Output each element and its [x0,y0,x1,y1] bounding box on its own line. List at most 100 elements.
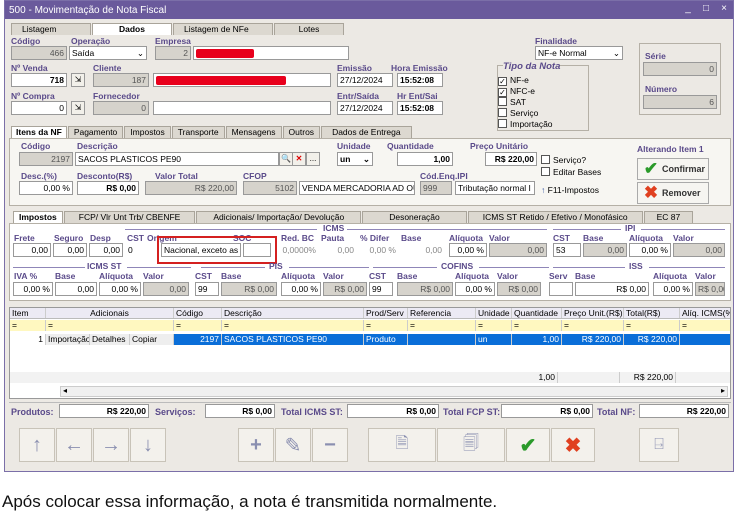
desc-pct-field[interactable]: 0,00 % [19,181,73,195]
icms-base-field[interactable]: 0,00 [401,243,445,257]
redbc-field[interactable]: 0,0000% [279,243,319,257]
cod-ipi-desc-field[interactable]: Tributação normal I [455,181,535,195]
cofins-aliq-field[interactable]: 0,00 % [455,282,495,296]
save-button[interactable]: ✔ [506,428,550,462]
col-referencia[interactable]: Referencia [408,308,476,318]
filter-aliq[interactable]: = [680,320,730,331]
cliente-code-field[interactable]: 187 [93,73,149,87]
exit-button[interactable]: ⍈ [639,428,679,462]
tab-impostos[interactable]: Impostos [124,126,171,138]
col-codigo[interactable]: Código [174,308,222,318]
clear-icon[interactable]: ✕ [292,152,306,166]
operacao-select[interactable]: Saída ⌄ [69,46,147,60]
quantidade-field[interactable]: 1,00 [397,152,453,166]
col-prodserv[interactable]: Prod/Serv [364,308,408,318]
pis-aliq-field[interactable]: 0,00 % [281,282,321,296]
filter-item[interactable]: = [10,320,46,331]
col-unidade[interactable]: Unidade [476,308,512,318]
filter-total[interactable]: = [624,320,680,331]
iss-valor-field[interactable]: R$ 0,00 [695,282,725,296]
pis-base-field[interactable]: R$ 0,00 [221,282,277,296]
finalidade-select[interactable]: NF-e Normal ⌄ [535,46,623,60]
checkbox-servico[interactable]: Serviço [498,108,538,118]
filter-descricao[interactable]: = [222,320,364,331]
seguro-field[interactable]: 0,00 [53,243,87,257]
filter-prodserv[interactable]: = [364,320,408,331]
icms-valor-field[interactable]: 0,00 [489,243,547,257]
tab-pagamento[interactable]: Pagamento [67,126,124,138]
item-descricao-field[interactable]: SACOS PLASTICOS PE90 [75,152,279,166]
f11-impostos-link[interactable]: ↑ F11-Impostos [541,185,599,195]
hr-entr-field[interactable]: 15:52:08 [397,101,443,115]
numero-field[interactable]: 6 [643,95,717,109]
difer-field[interactable]: 0,00 % [359,243,399,257]
delete-button[interactable]: − [312,428,348,462]
grid-filter-row[interactable]: = = = = = = = = = = = [10,320,730,331]
horizontal-scrollbar[interactable]: ◂ ▸ [60,386,728,397]
more-button[interactable]: ... [306,152,320,166]
report-button[interactable]: 🗎 [368,428,436,462]
table-row[interactable]: 1 Importação Detalhes Copiar 2197 SACOS … [10,334,730,345]
pis-cst-field[interactable]: 99 [195,282,219,296]
st-aliq-field[interactable]: 0,00 % [99,282,141,296]
ncompra-field[interactable]: 0 [11,101,67,115]
tab-tax-icms-st[interactable]: ICMS ST Retido / Efetivo / Monofásico [467,211,643,223]
filter-preco[interactable]: = [562,320,624,331]
checkbox-nfe[interactable]: ✓ NF-e [498,75,529,86]
hora-emissao-field[interactable]: 15:52:08 [397,73,443,87]
st-valor-field[interactable]: 0,00 [143,282,189,296]
codigo-field[interactable]: 466 [11,46,67,60]
icms-aliq-field[interactable]: 0,00 % [449,243,487,257]
confirmar-button[interactable]: ✔ Confirmar [637,158,709,180]
detalhes-button[interactable]: Detalhes [90,334,130,345]
cofins-base-field[interactable]: R$ 0,00 [397,282,453,296]
export-button[interactable]: 🗐 [437,428,505,462]
desconto-field[interactable]: R$ 0,00 [77,181,139,195]
preco-field[interactable]: R$ 220,00 [485,152,537,166]
emissao-field[interactable]: 27/12/2024 [337,73,393,87]
serie-field[interactable]: 0 [643,62,717,76]
search-compra-icon[interactable]: ⇲ [71,101,85,115]
fornecedor-code-field[interactable]: 0 [93,101,149,115]
col-preco[interactable]: Preço Unit.(R$) [562,308,624,318]
entr-saida-field[interactable]: 27/12/2024 [337,101,393,115]
col-item[interactable]: Item [10,308,46,318]
tab-outros[interactable]: Outros [282,126,321,138]
empresa-code-field[interactable]: 2 [155,46,191,60]
cofins-cst-field[interactable]: 99 [369,282,393,296]
item-codigo-field[interactable]: 2197 [19,152,73,166]
tab-listagem-nfe[interactable]: Listagem de NFe [173,23,273,35]
tab-mensagens[interactable]: Mensagens [225,126,282,138]
col-adicionais[interactable]: Adicionais [46,308,174,318]
search-venda-icon[interactable]: ⇲ [71,73,85,87]
tab-tax-fcp[interactable]: FCP/ Vlr Unt Trb/ CBENFE [63,211,196,223]
tab-dados[interactable]: Dados [92,23,172,35]
ipi-aliq-field[interactable]: 0,00 % [629,243,671,257]
cfop-desc-field[interactable]: VENDA MERCADORIA AD OU [299,181,415,195]
cliente-name-field[interactable] [153,73,331,87]
tab-transporte[interactable]: Transporte [171,126,225,138]
remover-button[interactable]: ✖ Remover [637,182,709,204]
prev-record-button[interactable]: ← [56,428,92,462]
ipi-base-field[interactable]: 0,00 [583,243,627,257]
cfop-field[interactable]: 5102 [243,181,297,195]
unidade-select[interactable]: un ⌄ [337,152,373,166]
scroll-right-icon[interactable]: ▸ [721,386,725,395]
tab-listagem[interactable]: Listagem [11,23,91,35]
desp-field[interactable]: 0,00 [89,243,123,257]
iss-aliq-field[interactable]: 0,00 % [653,282,693,296]
empresa-name-field[interactable] [193,46,349,60]
tab-tax-adicionais[interactable]: Adicionais/ Importação/ Devolução [196,211,362,223]
cst-field[interactable]: 0 [125,243,159,257]
cancel-button[interactable]: ✖ [551,428,595,462]
col-quantidade[interactable]: Quantidade [512,308,562,318]
fornecedor-name-field[interactable] [153,101,331,115]
tab-lotes[interactable]: Lotes [274,23,344,35]
ipi-valor-field[interactable]: 0,00 [673,243,725,257]
copiar-button[interactable]: Copiar [130,334,174,345]
first-record-button[interactable]: ↑ [19,428,55,462]
col-aliq-icms[interactable]: Alíq. ICMS(%) [680,308,730,318]
checkbox-sat[interactable]: SAT [498,97,526,107]
checkbox-editar-bases[interactable]: Editar Bases [541,167,601,177]
ipi-cst-field[interactable]: 53 [553,243,581,257]
